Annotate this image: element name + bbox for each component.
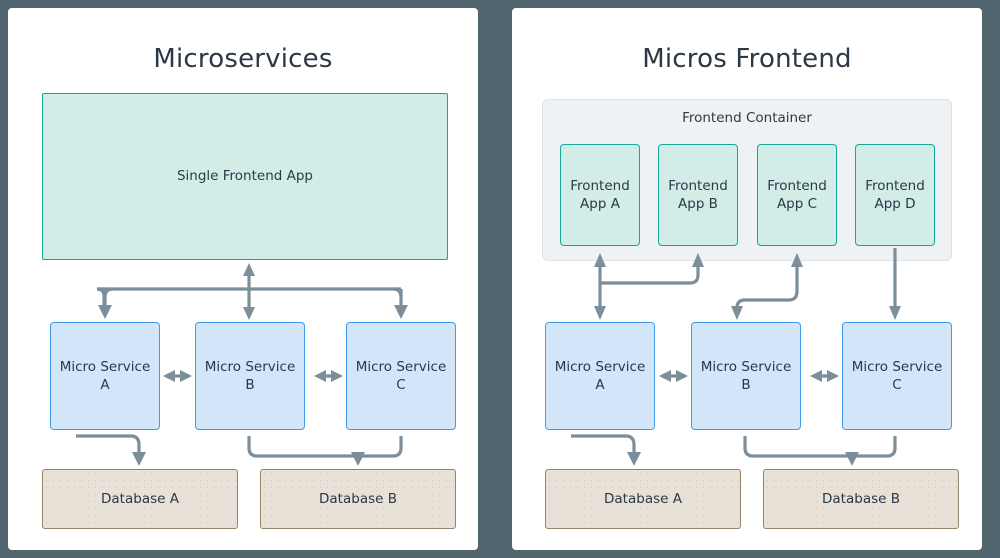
micro-service-c-line2: C (892, 377, 902, 393)
arrowhead-down-sa (594, 306, 606, 320)
micro-service-c-line1: Micro Service (851, 358, 943, 375)
micro-service-a-box: Micro Service A (545, 322, 655, 430)
database-b-box: Database B (763, 469, 959, 529)
frontend-container-label: Frontend Container (682, 110, 812, 126)
frontend-app-a-label: Frontend App A (570, 177, 630, 213)
frontend-app-b-box: Frontend App B (658, 144, 738, 246)
arrowhead-right-c (827, 370, 839, 382)
database-a-box: Database A (42, 469, 238, 529)
frontend-app-a-line1: Frontend (570, 177, 630, 194)
arrowhead-down-servicea (98, 305, 112, 319)
database-a-label: Database A (604, 490, 682, 507)
frontend-app-c-label: Frontend App C (767, 177, 827, 213)
single-frontend-app-box: Single Frontend App (42, 93, 448, 260)
frontend-app-b-line1: Frontend (668, 177, 728, 194)
arrow-sa-fb (600, 260, 700, 285)
frontend-app-c-line2: App C (776, 196, 818, 212)
arrowhead-down-sb (731, 306, 743, 320)
panel-microservices: Microservices Single Frontend App Micro … (8, 8, 478, 550)
micro-service-a-label: Micro Service A (555, 358, 646, 394)
frontend-app-a-box: Frontend App A (560, 144, 640, 246)
micro-service-a-line2: A (100, 377, 110, 393)
diagram-canvas: Microservices Single Frontend App Micro … (0, 0, 1000, 558)
frontend-app-b-line2: App B (678, 196, 718, 212)
micro-service-b-box: Micro Service B (195, 322, 305, 430)
arrowhead-up-frontend (243, 263, 255, 276)
arrow-corner-right (392, 287, 403, 298)
arrowhead-left-a (163, 370, 175, 382)
arrow-servicec-dbb (852, 436, 897, 458)
arrowhead-down-dba (132, 452, 146, 466)
frontend-app-d-label: Frontend App D (865, 177, 925, 213)
frontend-app-c-box: Frontend App C (757, 144, 837, 246)
micro-service-a-line1: Micro Service (554, 358, 646, 375)
arrow-servicec-dbb (358, 436, 403, 458)
arrow-servicea-dba (76, 434, 141, 456)
single-frontend-app-label: Single Frontend App (176, 168, 314, 185)
micro-service-b-box: Micro Service B (691, 322, 801, 430)
micro-service-a-line1: Micro Service (59, 358, 151, 375)
database-b-box: Database B (260, 469, 456, 529)
micro-service-c-label: Micro Service C (852, 358, 943, 394)
micro-service-c-box: Micro Service C (346, 322, 456, 430)
arrowhead-right-b (180, 370, 192, 382)
database-a-label: Database A (101, 490, 179, 507)
arrow-corner-left (103, 287, 114, 298)
arrow-servicea-dba (571, 434, 636, 456)
arrow-bus-left-branch (96, 287, 249, 306)
micro-service-b-label: Micro Service B (701, 358, 792, 394)
micro-service-a-box: Micro Service A (50, 322, 160, 430)
micro-service-b-line1: Micro Service (204, 358, 296, 375)
micro-service-c-box: Micro Service C (842, 322, 952, 430)
arrowhead-down-dbb (845, 452, 859, 466)
arrowhead-left-b (314, 370, 326, 382)
arrowhead-left-a (659, 370, 671, 382)
arrow-serviceb-dbb (247, 436, 358, 458)
frontend-app-c-line1: Frontend (767, 177, 827, 194)
arrowhead-down-servicec (394, 305, 408, 319)
frontend-app-d-line1: Frontend (865, 177, 925, 194)
arrowhead-left-b (810, 370, 822, 382)
frontend-app-a-line2: App A (580, 196, 620, 212)
frontend-app-b-label: Frontend App B (668, 177, 728, 213)
frontend-app-d-line2: App D (874, 196, 916, 212)
arrowhead-down-serviceb (243, 307, 255, 320)
page-title-micro-frontend: Micros Frontend (642, 44, 852, 74)
arrowhead-right-c (331, 370, 343, 382)
micro-service-b-line1: Micro Service (700, 358, 792, 375)
micro-service-c-line2: C (396, 377, 406, 393)
micro-service-c-label: Micro Service C (356, 358, 447, 394)
frontend-app-d-box: Frontend App D (855, 144, 935, 246)
page-title-microservices: Microservices (153, 44, 333, 74)
micro-service-b-line2: B (245, 377, 255, 393)
panel-micro-frontend: Micros Frontend Frontend Container Front… (512, 8, 982, 550)
database-b-label: Database B (319, 490, 397, 507)
arrowhead-down-dbb (351, 452, 365, 466)
micro-service-c-line1: Micro Service (355, 358, 447, 375)
arrowhead-right-b (676, 370, 688, 382)
micro-service-a-label: Micro Service A (60, 358, 151, 394)
micro-service-b-label: Micro Service B (205, 358, 296, 394)
database-a-box: Database A (545, 469, 741, 529)
database-b-label: Database B (822, 490, 900, 507)
arrow-fc-sb (735, 260, 799, 309)
arrow-serviceb-dbb (743, 436, 852, 458)
arrowhead-down-dba (627, 452, 641, 466)
micro-service-a-line2: A (595, 377, 605, 393)
micro-service-b-line2: B (741, 377, 751, 393)
arrowhead-down-sc (889, 306, 901, 320)
